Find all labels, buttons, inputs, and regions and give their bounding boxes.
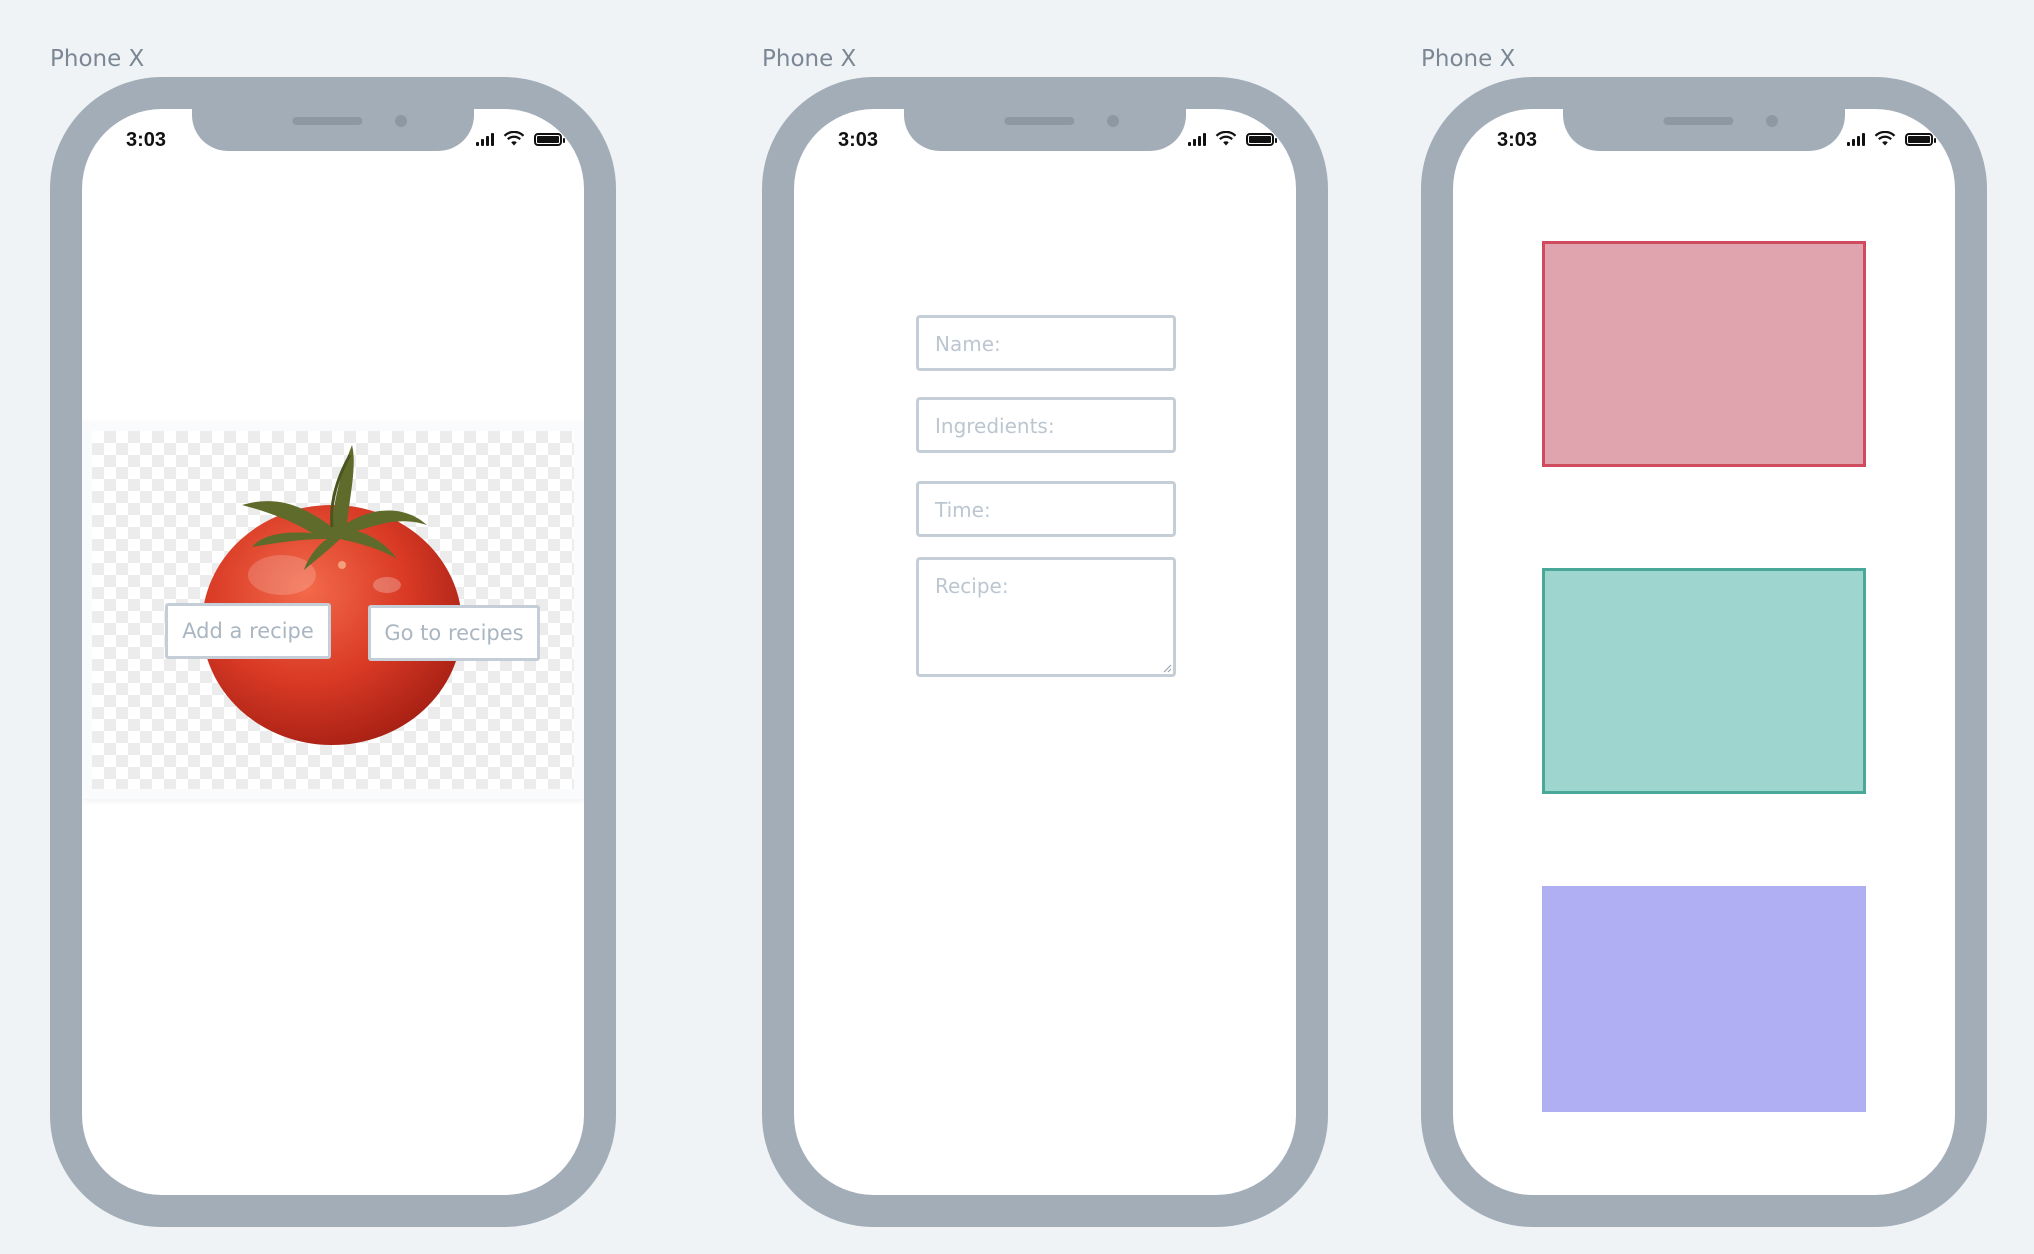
battery-icon [1246,132,1277,146]
device-label: Phone X [1421,46,1516,72]
phone-notch [1563,109,1845,151]
device-label: Phone X [50,46,145,72]
phone-frame: 3:03 [50,77,616,1227]
phone-frame: 3:03 [1421,77,1987,1227]
status-icons [1188,131,1277,147]
signal-icon [1847,132,1865,146]
front-camera [1766,115,1778,127]
tomato-image [202,445,462,745]
phone-screen: 3:03 [82,109,584,1195]
speaker-grille [292,117,363,125]
signal-icon [1188,132,1206,146]
status-icons [1847,131,1936,147]
battery-icon [534,132,565,146]
speaker-grille [1663,117,1734,125]
signal-icon [476,132,494,146]
front-camera [1107,115,1119,127]
status-icons [476,131,565,147]
time-field[interactable]: Time: [916,481,1176,537]
wifi-icon [1215,131,1237,146]
recipe-card-purple[interactable] [1542,886,1866,1112]
ingredients-field[interactable]: Ingredients: [916,397,1176,453]
status-time: 3:03 [838,129,879,151]
status-time: 3:03 [1497,129,1538,151]
go-to-recipes-button[interactable]: Go to recipes [368,605,540,661]
device-label: Phone X [762,46,857,72]
phone-notch [192,109,474,151]
battery-icon [1905,132,1936,146]
recipe-field[interactable]: Recipe: [916,557,1176,677]
add-recipe-button[interactable]: Add a recipe [165,603,331,659]
phone-notch [904,109,1186,151]
hero-section: Add a recipe Go to recipes [82,421,584,799]
phone-screen: 3:03 Name: Ingredients: Time: Recipe: [794,109,1296,1195]
name-field[interactable]: Name: [916,315,1176,371]
speaker-grille [1004,117,1075,125]
front-camera [395,115,407,127]
wifi-icon [503,131,525,146]
phone-screen: 3:03 [1453,109,1955,1195]
recipe-card-green[interactable] [1542,568,1866,794]
recipe-textarea[interactable]: Recipe: [916,557,1176,677]
recipe-card-red[interactable] [1542,241,1866,467]
resize-handle-icon[interactable] [1162,663,1172,673]
phone-frame: 3:03 Name: Ingredients: Time: Recipe: [762,77,1328,1227]
wifi-icon [1874,131,1896,146]
status-time: 3:03 [126,129,167,151]
